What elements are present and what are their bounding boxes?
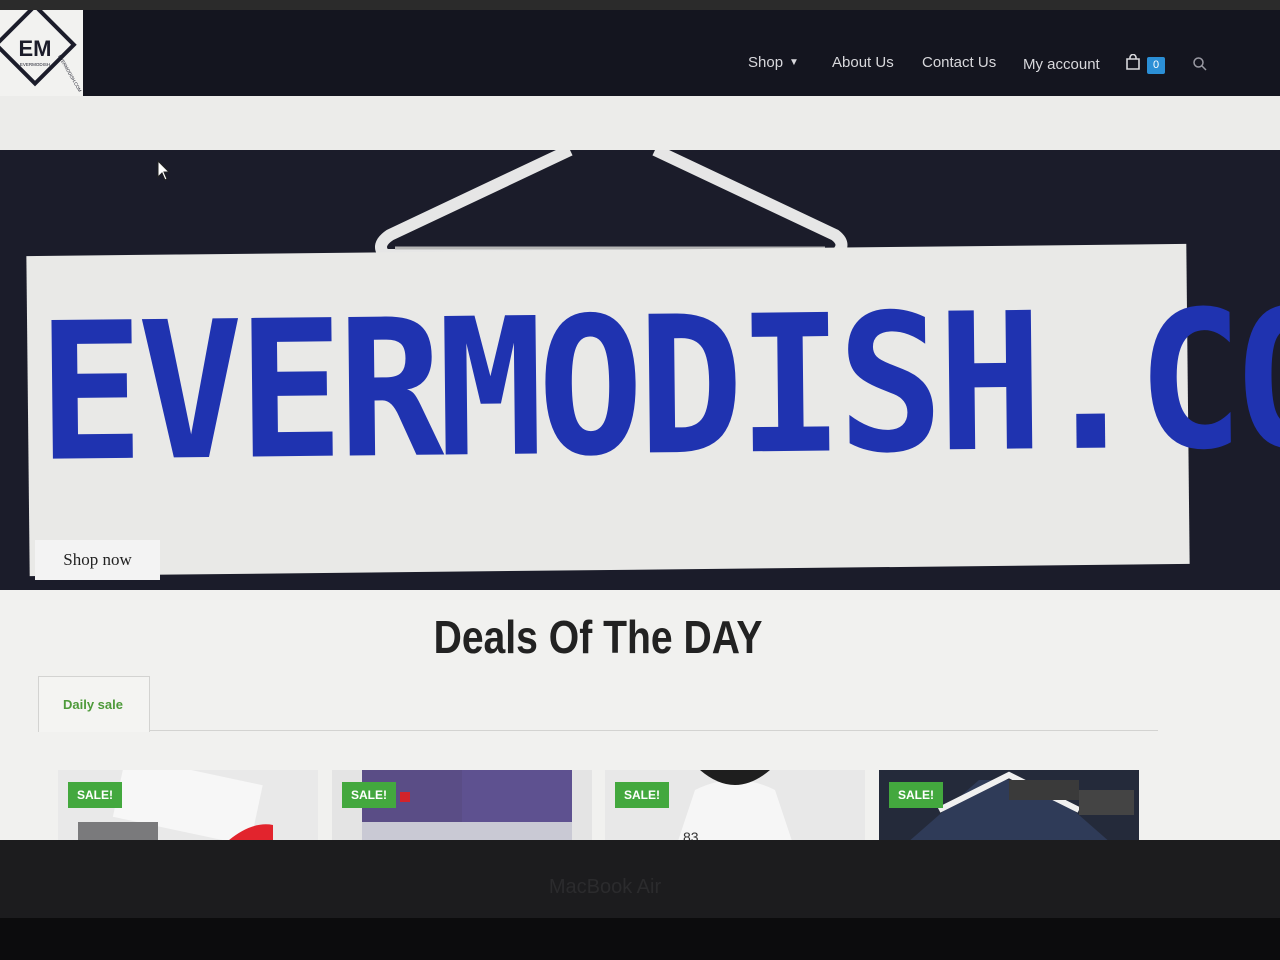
desk-surface (0, 918, 1280, 960)
logo-mark: EM (19, 36, 52, 61)
product-card[interactable]: SALE! (58, 770, 318, 840)
hero-banner: EVERMODISH.COM Shop now (0, 150, 1280, 590)
tab-daily-sale-label: Daily sale (63, 697, 123, 712)
header-spacer (0, 96, 1280, 150)
nav-about-us[interactable]: About Us (832, 54, 894, 71)
site-header: Shop ▼ About Us Contact Us My account 0 (0, 10, 1280, 96)
device-label: MacBook Air (548, 876, 662, 898)
logo-subtitle: EVERMODISH (20, 62, 50, 67)
deals-heading: Deals Of The DAY (433, 611, 763, 663)
logo-site-name: EVERMODISH.COM (57, 54, 82, 93)
hero-sign-text: EVERMODISH.COM (36, 268, 1280, 505)
hanger-illustration (375, 150, 848, 260)
site-logo[interactable]: EM EVERMODISH EVERMODISH.COM (0, 10, 83, 96)
nav-shop[interactable]: Shop ▼ (748, 54, 799, 71)
nav-shop-label: Shop (748, 54, 784, 71)
svg-text:83: 83 (683, 829, 699, 840)
sale-badge: SALE! (342, 782, 396, 808)
browser-viewport: Shop ▼ About Us Contact Us My account 0 E… (0, 0, 1280, 840)
mouse-cursor-icon (157, 160, 171, 181)
nav-my-account[interactable]: My account (1023, 56, 1100, 73)
nav-contact-us[interactable]: Contact Us (922, 54, 996, 71)
browser-top-edge (0, 0, 1280, 10)
tab-daily-sale[interactable]: Daily sale (38, 676, 150, 732)
shop-now-button[interactable]: Shop now (35, 540, 160, 580)
shopping-bag-icon[interactable] (1126, 54, 1140, 70)
sale-badge: SALE! (889, 782, 943, 808)
cart-count-badge[interactable]: 0 (1147, 57, 1165, 74)
search-icon[interactable] (1192, 56, 1208, 72)
hero-sign: EVERMODISH.COM (26, 243, 1280, 577)
chevron-down-icon: ▼ (789, 57, 799, 68)
product-card[interactable]: SALE! (332, 770, 592, 840)
tab-divider (38, 730, 1158, 731)
product-card[interactable]: SALE! (879, 770, 1139, 840)
sale-badge: SALE! (615, 782, 669, 808)
product-card[interactable]: 83 SALE! (605, 770, 865, 840)
sale-badge: SALE! (68, 782, 122, 808)
